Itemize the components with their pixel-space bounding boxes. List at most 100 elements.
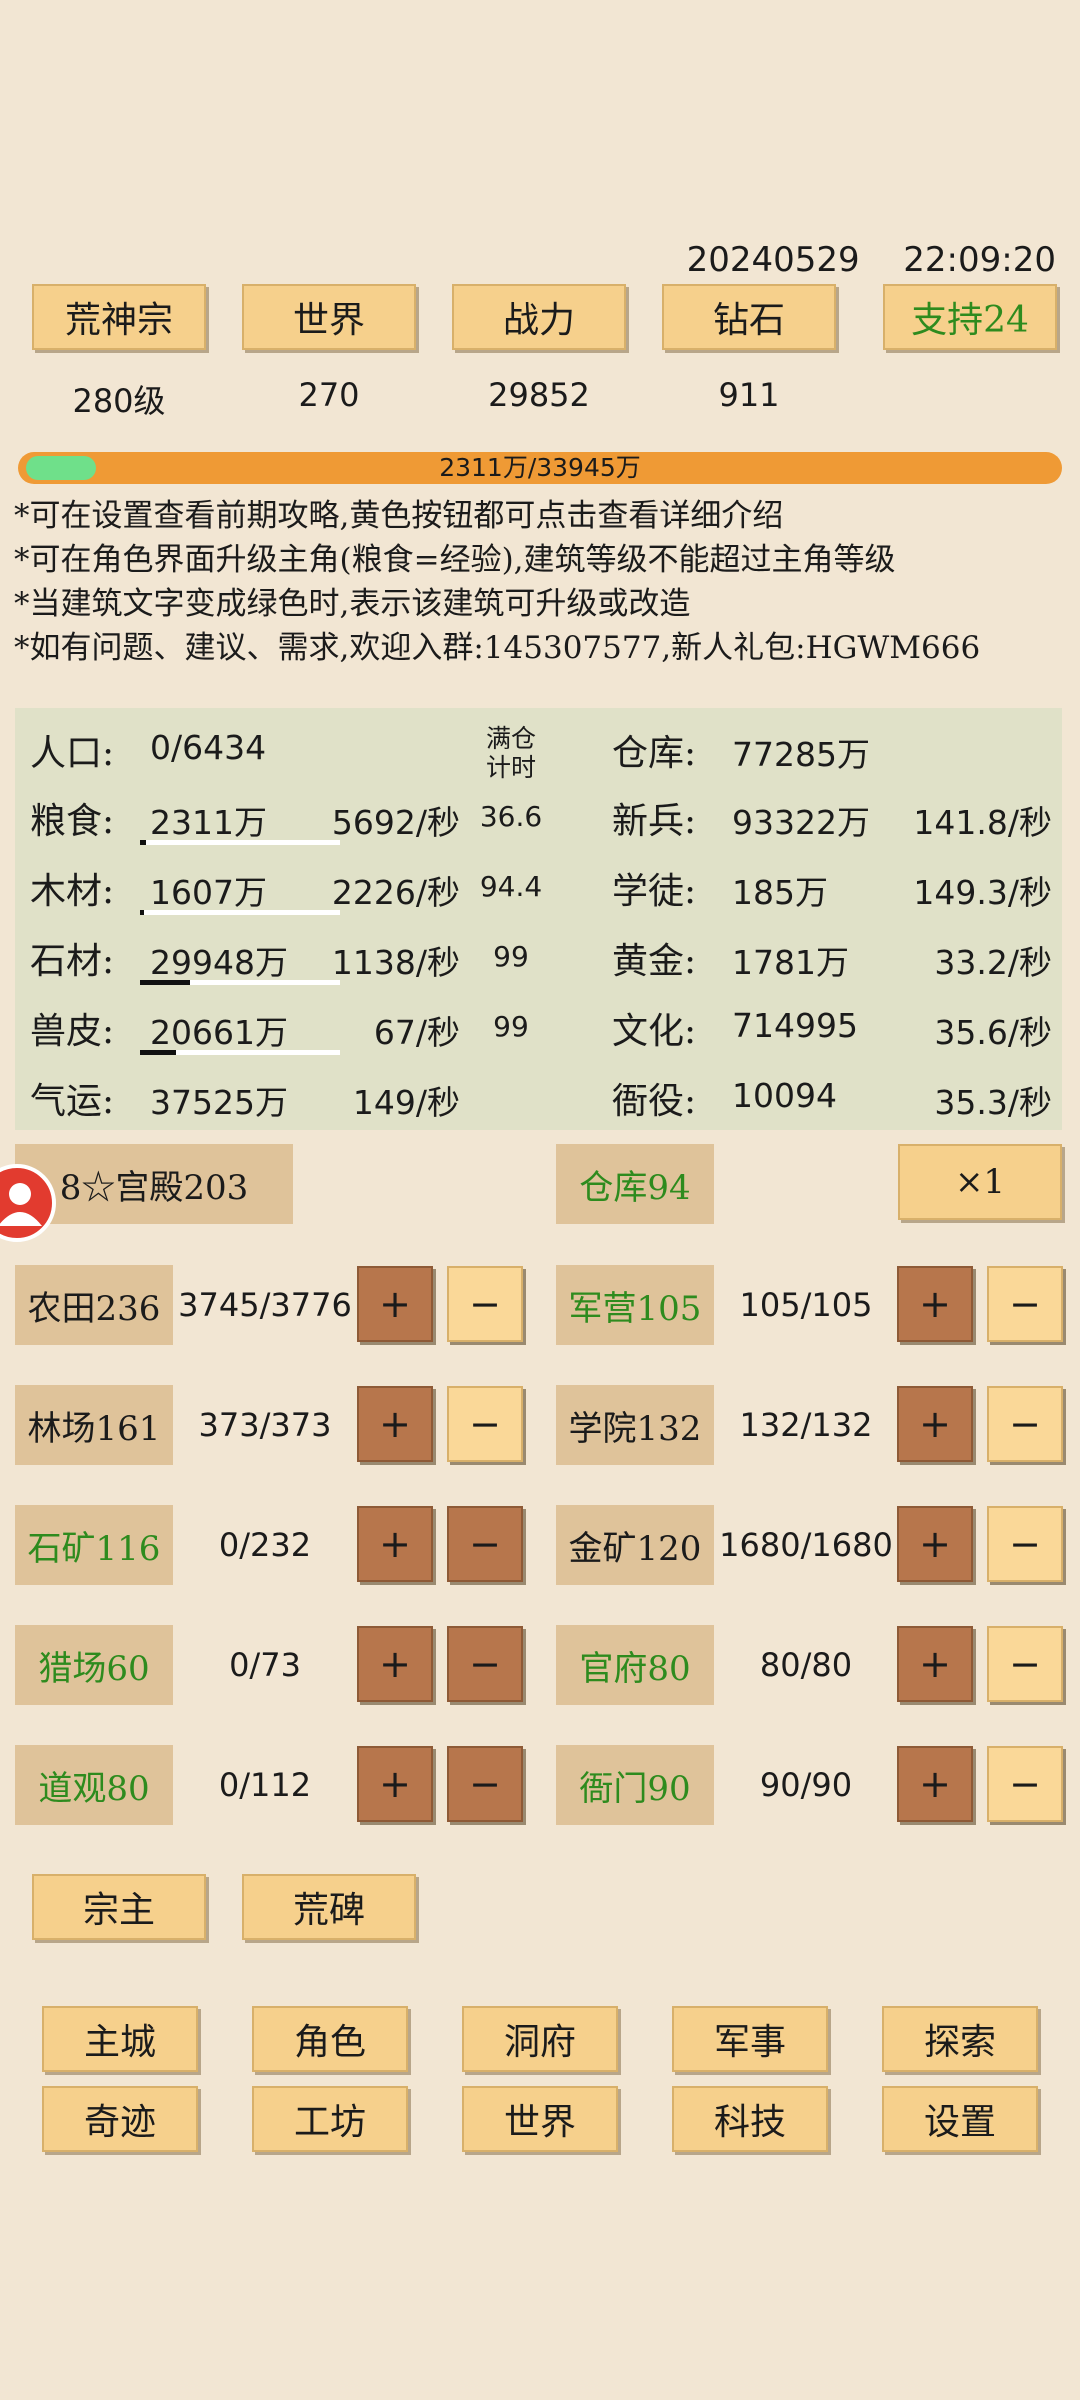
office-plus-button[interactable]: + — [897, 1626, 973, 1702]
nav-explore[interactable]: 探索 — [882, 2006, 1038, 2072]
power-value: 29852 — [488, 376, 590, 414]
minus-icon: − — [1009, 1762, 1041, 1806]
wood-timer: 94.4 — [479, 870, 543, 903]
stone-label: 石材: — [30, 941, 115, 982]
recruit-value: 93322万 — [732, 803, 870, 842]
quarry-plus-button[interactable]: + — [357, 1506, 433, 1582]
quarry-minus-button[interactable]: − — [447, 1506, 523, 1582]
plus-icon: + — [379, 1642, 411, 1686]
nav-wonder[interactable]: 奇迹 — [42, 2086, 198, 2152]
apprentice-label: 学徒: — [612, 871, 697, 912]
nav-label: 奇迹 — [83, 2102, 156, 2143]
stele-button[interactable]: 荒碑 — [242, 1874, 416, 1940]
building-label: 猎场60 — [38, 1648, 150, 1689]
world-button-label: 世界 — [292, 300, 365, 341]
building-name-right[interactable]: 金矿120 — [556, 1505, 714, 1585]
note-line: *可在角色界面升级主角(粮食=经验),建筑等级不能超过主角等级 — [14, 542, 896, 578]
farm-minus-button[interactable]: − — [447, 1266, 523, 1342]
nav-cave[interactable]: 洞府 — [462, 2006, 618, 2072]
goldmine-minus-button[interactable]: − — [987, 1506, 1063, 1582]
goldmine-plus-button[interactable]: + — [897, 1506, 973, 1582]
lumber-minus-button[interactable]: − — [447, 1386, 523, 1462]
nav-character[interactable]: 角色 — [252, 2006, 408, 2072]
palace-button[interactable]: 8☆宫殿203 — [15, 1144, 293, 1224]
culture-value: 714995 — [732, 1006, 858, 1045]
minus-icon: − — [1009, 1642, 1041, 1686]
academy-minus-button[interactable]: − — [987, 1386, 1063, 1462]
building-count-left: 0/73 — [229, 1646, 301, 1684]
nav-label: 角色 — [293, 2022, 366, 2063]
farm-plus-button[interactable]: + — [357, 1266, 433, 1342]
building-name-left[interactable]: 石矿116 — [15, 1505, 173, 1585]
building-name-right[interactable]: 军营105 — [556, 1265, 714, 1345]
apprentice-value: 185万 — [732, 873, 828, 912]
officer-value: 10094 — [732, 1076, 837, 1115]
floating-avatar[interactable] — [0, 1164, 56, 1242]
yamen-plus-button[interactable]: + — [897, 1746, 973, 1822]
plus-icon: + — [379, 1402, 411, 1446]
building-label: 金矿120 — [568, 1528, 702, 1569]
academy-plus-button[interactable]: + — [897, 1386, 973, 1462]
warehouse-button[interactable]: 仓库94 — [556, 1144, 714, 1224]
note-line: *当建筑文字变成绿色时,表示该建筑可升级或改造 — [14, 586, 691, 622]
hunting-plus-button[interactable]: + — [357, 1626, 433, 1702]
fortune-label: 气运: — [30, 1081, 115, 1122]
food-value: 2311万 — [150, 803, 267, 842]
building-label: 衙门90 — [579, 1768, 691, 1809]
note-line: *如有问题、建议、需求,欢迎入群:145307577,新人礼包:HGWM666 — [14, 630, 981, 666]
support-button[interactable]: 支持24 — [883, 284, 1057, 350]
nav-label: 世界 — [503, 2102, 576, 2143]
yamen-minus-button[interactable]: − — [987, 1746, 1063, 1822]
food-label: 粮食: — [30, 801, 115, 842]
building-name-left[interactable]: 林场161 — [15, 1385, 173, 1465]
building-name-right[interactable]: 学院132 — [556, 1385, 714, 1465]
gold-rate: 33.2/秒 — [934, 943, 1052, 982]
power-button[interactable]: 战力 — [452, 284, 626, 350]
nav-label: 探索 — [923, 2022, 996, 2063]
multiplier-button[interactable]: ×1 — [898, 1144, 1062, 1220]
building-count-right: 90/90 — [759, 1766, 853, 1804]
stone-rate: 1138/秒 — [331, 943, 460, 982]
lumber-plus-button[interactable]: + — [357, 1386, 433, 1462]
sect-master-button[interactable]: 宗主 — [32, 1874, 206, 1940]
food-fill — [140, 840, 146, 845]
nav-military[interactable]: 军事 — [672, 2006, 828, 2072]
stone-fill-bar — [140, 980, 340, 985]
building-name-left[interactable]: 农田236 — [15, 1265, 173, 1345]
building-count-left: 0/112 — [218, 1766, 312, 1804]
nav-world[interactable]: 世界 — [462, 2086, 618, 2152]
barracks-minus-button[interactable]: − — [987, 1266, 1063, 1342]
nav-main-city[interactable]: 主城 — [42, 2006, 198, 2072]
hunting-minus-button[interactable]: − — [447, 1626, 523, 1702]
minus-icon: − — [1009, 1402, 1041, 1446]
power-button-label: 战力 — [502, 300, 575, 341]
building-count-right: 1680/1680 — [719, 1526, 893, 1564]
plus-icon: + — [919, 1762, 951, 1806]
plus-icon: + — [379, 1762, 411, 1806]
nav-tech[interactable]: 科技 — [672, 2086, 828, 2152]
stone-value: 29948万 — [150, 943, 288, 982]
building-name-left[interactable]: 猎场60 — [15, 1625, 173, 1705]
barracks-plus-button[interactable]: + — [897, 1266, 973, 1342]
temple-plus-button[interactable]: + — [357, 1746, 433, 1822]
warehouse-label: 仓库: — [612, 733, 697, 774]
building-name-right[interactable]: 衙门90 — [556, 1745, 714, 1825]
wood-value: 1607万 — [150, 873, 267, 912]
nav-label: 设置 — [923, 2102, 996, 2143]
plus-icon: + — [919, 1642, 951, 1686]
building-name-right[interactable]: 官府80 — [556, 1625, 714, 1705]
nav-workshop[interactable]: 工坊 — [252, 2086, 408, 2152]
office-minus-button[interactable]: − — [987, 1626, 1063, 1702]
exp-progress-text: 2311万/33945万 — [439, 453, 641, 482]
nav-settings[interactable]: 设置 — [882, 2086, 1038, 2152]
building-name-left[interactable]: 道观80 — [15, 1745, 173, 1825]
officer-rate: 35.3/秒 — [934, 1083, 1052, 1122]
world-button[interactable]: 世界 — [242, 284, 416, 350]
plus-icon: + — [919, 1522, 951, 1566]
temple-minus-button[interactable]: − — [447, 1746, 523, 1822]
multiplier-label: ×1 — [954, 1162, 1006, 1202]
food-timer: 36.6 — [479, 800, 543, 833]
diamond-button[interactable]: 钻石 — [662, 284, 836, 350]
nav-label: 工坊 — [293, 2102, 366, 2143]
sect-button[interactable]: 荒神宗 — [32, 284, 206, 350]
